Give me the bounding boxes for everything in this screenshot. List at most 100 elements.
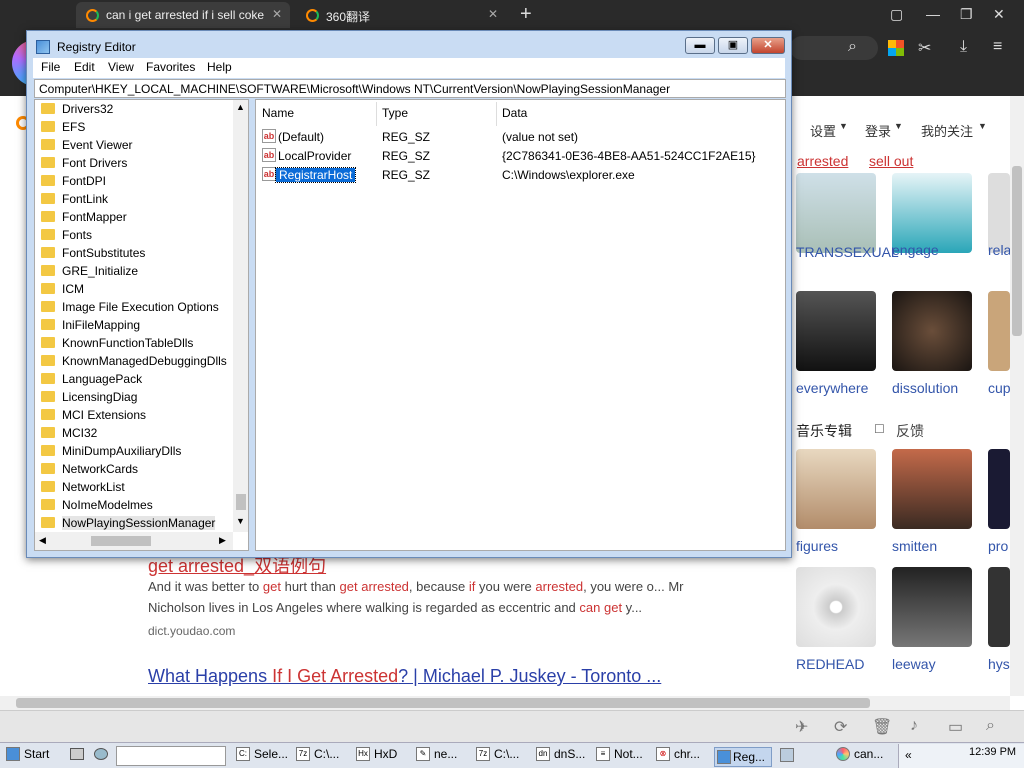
result-title-link[interactable]: What Happens If I Get Arrested? | Michae… — [148, 666, 661, 687]
close-tab-icon[interactable]: ✕ — [272, 7, 282, 21]
column-header-type[interactable]: Type — [382, 106, 408, 120]
taskbar-item[interactable]: ✎ ne... — [416, 747, 457, 767]
nav-following[interactable]: 我的关注 — [921, 121, 973, 140]
browser-tab[interactable]: 360翻译 ✕ — [296, 2, 506, 28]
album-thumb[interactable] — [796, 173, 876, 253]
address-bar-tail[interactable]: ⌕ — [790, 36, 878, 60]
taskbar-item[interactable]: 7z C:\... — [476, 747, 519, 767]
album-thumb[interactable] — [988, 291, 1010, 371]
minimize-button[interactable]: — — [926, 6, 940, 22]
column-header-name[interactable]: Name — [262, 106, 294, 120]
zoom-icon[interactable]: ⌕ — [986, 717, 995, 735]
browser-icon — [836, 747, 850, 761]
rocket-icon[interactable]: ✈ — [795, 717, 808, 737]
minimize-button[interactable]: ▬ — [685, 37, 715, 54]
column-divider[interactable] — [376, 102, 377, 126]
related-link[interactable]: arrested — [797, 153, 848, 169]
menu-file[interactable]: File — [41, 60, 60, 74]
menu-icon[interactable]: ≡ — [993, 38, 1002, 56]
taskbar-item[interactable]: Hx HxD — [356, 747, 397, 767]
nav-settings[interactable]: 设置 — [810, 121, 836, 140]
scroll-right-icon[interactable]: ▶ — [219, 535, 226, 546]
scroll-left-icon[interactable]: ◀ — [39, 535, 46, 546]
taskbar-item[interactable]: ⊗ chr... — [656, 747, 700, 767]
scroll-down-icon[interactable]: ▼ — [236, 516, 245, 526]
value-row[interactable]: ab LocalProvider REG_SZ {2C786341-0E36-4… — [256, 146, 784, 165]
column-divider[interactable] — [496, 102, 497, 126]
tree-vertical-scrollbar[interactable]: ▲ ▼ — [233, 100, 248, 532]
address-bar[interactable]: Computer\HKEY_LOCAL_MACHINE\SOFTWARE\Mic… — [34, 79, 786, 98]
page-vertical-scrollbar[interactable] — [1010, 96, 1024, 696]
close-tab-icon[interactable]: ✕ — [488, 7, 498, 21]
show-desktop-icon[interactable] — [70, 748, 84, 760]
album-thumb[interactable] — [988, 449, 1010, 529]
thumb-label[interactable]: pro — [988, 538, 1008, 554]
taskbar-search-field[interactable] — [116, 746, 226, 766]
scrollbar-thumb[interactable] — [91, 536, 151, 546]
menu-view[interactable]: View — [108, 60, 134, 74]
maximize-button[interactable]: ▣ — [718, 37, 748, 54]
menu-favorites[interactable]: Favorites — [146, 60, 195, 74]
thumb-label[interactable]: leeway — [892, 656, 936, 672]
taskbar-item[interactable]: can... — [836, 747, 883, 767]
refresh-icon[interactable]: ⟳ — [834, 717, 847, 737]
new-tab-button[interactable]: + — [520, 3, 532, 26]
start-button[interactable]: Start — [6, 747, 49, 767]
album-thumb[interactable] — [892, 449, 972, 529]
thumb-label[interactable]: cup — [988, 380, 1011, 396]
scrollbar-thumb[interactable] — [236, 494, 246, 510]
thumb-label[interactable]: everywhere — [796, 380, 868, 396]
clock[interactable]: 12:39 PM — [969, 746, 1016, 758]
thumb-label[interactable]: REDHEAD — [796, 656, 864, 672]
album-thumb[interactable] — [892, 291, 972, 371]
nav-login[interactable]: 登录 — [865, 121, 891, 140]
taskbar-item[interactable]: C: Sele... — [236, 747, 288, 767]
apps-icon[interactable] — [888, 40, 904, 56]
thumb-label[interactable]: dissolution — [892, 380, 958, 396]
browser-tab-active[interactable]: can i get arrested if i sell coke ✕ — [76, 2, 290, 28]
menu-edit[interactable]: Edit — [74, 60, 95, 74]
chevron-left-icon[interactable]: « — [905, 748, 912, 762]
album-thumb[interactable] — [796, 291, 876, 371]
close-button[interactable]: ✕ — [751, 37, 785, 54]
taskbar-item[interactable]: ≡ Not... — [596, 747, 643, 767]
column-header-data[interactable]: Data — [502, 106, 527, 120]
restore-button[interactable]: ❐ — [960, 6, 973, 23]
download-icon[interactable]: ⤓ — [960, 38, 967, 56]
value-row-selected[interactable]: ab RegistrarHost REG_SZ C:\Windows\explo… — [256, 165, 784, 184]
feedback-icon[interactable]: ☐ — [874, 422, 885, 436]
quicklaunch-icon[interactable] — [94, 748, 108, 760]
shirt-icon[interactable]: ▢ — [890, 6, 903, 23]
taskbar-item-active[interactable]: Reg... — [714, 747, 772, 767]
taskbar-item[interactable]: 7z C:\... — [296, 747, 339, 767]
album-thumb[interactable] — [892, 173, 972, 253]
trash-icon[interactable]: 🗑 — [872, 717, 892, 737]
album-thumb[interactable] — [796, 567, 876, 647]
album-thumb[interactable] — [988, 173, 1010, 253]
scrollbar-thumb[interactable] — [16, 698, 870, 708]
page-horizontal-scrollbar[interactable] — [0, 696, 1010, 710]
thumb-label[interactable]: engage — [892, 242, 939, 258]
thumb-label[interactable]: rela — [988, 242, 1011, 258]
window-icon[interactable]: ▭ — [948, 717, 963, 737]
related-link[interactable]: sell out — [869, 153, 913, 169]
thumb-label[interactable]: hys — [988, 656, 1010, 672]
album-thumb[interactable] — [796, 449, 876, 529]
scroll-up-icon[interactable]: ▲ — [236, 102, 245, 112]
album-thumb[interactable] — [892, 567, 972, 647]
search-icon[interactable]: ⌕ — [848, 38, 857, 56]
taskbar-item[interactable]: dn dnS... — [536, 747, 585, 767]
speaker-icon[interactable]: ♪ — [910, 717, 918, 735]
scissors-icon[interactable]: ✂ — [918, 38, 931, 58]
thumb-label[interactable]: figures — [796, 538, 838, 554]
value-row[interactable]: ab (Default) REG_SZ (value not set) — [256, 127, 784, 146]
album-thumb[interactable] — [988, 567, 1010, 647]
thumb-label[interactable]: TRANSSEXUAL — [796, 242, 899, 262]
menu-help[interactable]: Help — [207, 60, 232, 74]
taskbar-tray-app-icon[interactable] — [780, 748, 794, 762]
thumb-label[interactable]: smitten — [892, 538, 937, 554]
close-window-button[interactable]: ✕ — [993, 6, 1005, 23]
scrollbar-thumb[interactable] — [1012, 166, 1022, 336]
tree-horizontal-scrollbar[interactable]: ◀ ▶ — [35, 532, 233, 550]
feedback-link[interactable]: 反馈 — [896, 421, 924, 441]
